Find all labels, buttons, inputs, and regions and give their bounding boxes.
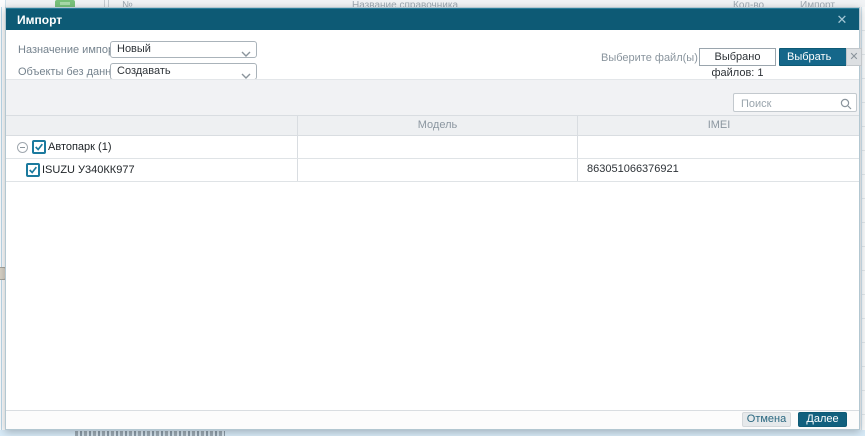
bg-col-count: Кол-во bbox=[733, 0, 765, 7]
col-model[interactable]: Модель bbox=[297, 116, 577, 135]
next-button[interactable]: Далее bbox=[798, 412, 847, 427]
modal-footer: Отмена Далее bbox=[6, 410, 859, 429]
divider bbox=[104, 0, 105, 7]
unit-checkbox[interactable] bbox=[26, 163, 40, 177]
import-dialog-screen: № Название справочника Кол-во Импорт Имп… bbox=[0, 0, 865, 436]
model-cell bbox=[297, 159, 577, 181]
background-row-text bbox=[75, 431, 225, 436]
background-table-header: № Название справочника Кол-во Импорт bbox=[0, 0, 865, 7]
files-selected-count: Выбрано файлов: 1 bbox=[699, 48, 776, 79]
bg-col-number: № bbox=[122, 0, 133, 7]
imei-cell bbox=[577, 136, 860, 158]
imei-cell: 863051066376921 bbox=[577, 159, 860, 181]
import-modal: Импорт ✕ Назначение импорта Новый Объект… bbox=[5, 7, 862, 430]
background-selected-row bbox=[0, 430, 865, 436]
table-row-group[interactable]: Автопарк (1) bbox=[6, 136, 859, 159]
close-icon[interactable]: ✕ bbox=[834, 12, 850, 28]
modal-header[interactable]: Импорт ✕ bbox=[6, 8, 859, 30]
destination-select[interactable]: Новый bbox=[110, 41, 257, 58]
divider bbox=[1, 7, 2, 430]
search-icon[interactable] bbox=[840, 97, 852, 115]
search-box bbox=[733, 93, 857, 112]
unit-label: ISUZU У340КК977 bbox=[42, 164, 135, 176]
background-right-edge bbox=[861, 7, 865, 430]
table-header-row: Модель IMEI bbox=[6, 115, 859, 136]
destination-select-value: Новый bbox=[117, 43, 151, 55]
divider bbox=[108, 0, 109, 7]
model-cell bbox=[297, 136, 577, 158]
col-tree[interactable] bbox=[6, 116, 297, 135]
table-row-unit[interactable]: ISUZU У340КК977 863051066376921 bbox=[6, 159, 859, 182]
modal-title: Импорт bbox=[17, 13, 63, 27]
table-toolbar bbox=[6, 79, 859, 116]
group-checkbox[interactable] bbox=[32, 140, 46, 154]
col-imei[interactable]: IMEI bbox=[577, 116, 860, 135]
imei-value: 863051066376921 bbox=[587, 163, 679, 175]
choose-files-label: Выберите файл(ы) bbox=[601, 52, 698, 64]
group-label: Автопарк (1) bbox=[48, 141, 112, 153]
collapse-icon[interactable] bbox=[17, 141, 28, 153]
clear-files-button[interactable]: ✕ bbox=[846, 48, 862, 66]
objects-select-value: Создавать bbox=[117, 65, 171, 77]
destination-label: Назначение импорта bbox=[18, 44, 125, 56]
cancel-button[interactable]: Отмена bbox=[742, 412, 791, 427]
chevron-down-icon bbox=[241, 47, 251, 62]
bg-col-import: Импорт bbox=[800, 0, 835, 7]
objects-select[interactable]: Создавать bbox=[110, 63, 257, 80]
search-input[interactable] bbox=[739, 95, 838, 112]
bg-col-name: Название справочника bbox=[352, 0, 459, 7]
import-arrow-icon bbox=[55, 0, 75, 7]
objects-label: Объекты без данных bbox=[18, 66, 125, 78]
